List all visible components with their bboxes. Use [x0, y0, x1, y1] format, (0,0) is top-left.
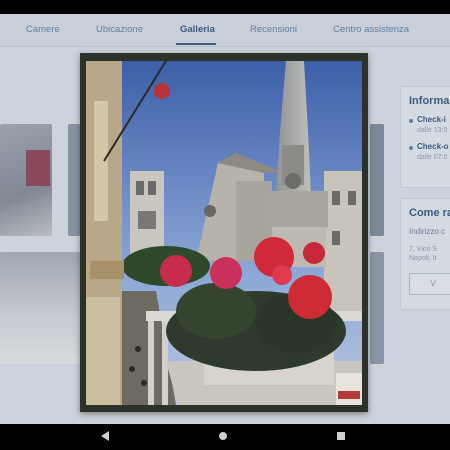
address-text: 7, Vico S Napoli, It: [409, 245, 437, 263]
tab-camere[interactable]: Camere: [26, 24, 60, 35]
checkout-label: Check-o: [417, 142, 449, 151]
checkin-label: Check-i: [417, 115, 446, 124]
page-background: Camere Ubicazione Galleria Recensioni Ce…: [0, 14, 450, 424]
info-card: Informa Check-i dalle 13:0 Check-o dalle…: [400, 86, 450, 188]
route-card-title: Come ra: [409, 207, 450, 219]
tab-centro-assistenza[interactable]: Centro assistenza: [333, 24, 409, 35]
gallery-thumbnail[interactable]: [68, 124, 80, 236]
gallery-photo[interactable]: [86, 61, 362, 405]
address-label: Indirizzo c: [409, 227, 446, 236]
recent-apps-icon[interactable]: [337, 432, 345, 440]
gallery-thumbnail[interactable]: [0, 252, 80, 364]
checkin-time: dalle 13:0: [417, 127, 448, 134]
android-navigation-bar: [0, 424, 450, 450]
status-bar: [0, 0, 450, 14]
info-card-title: Informa: [409, 95, 450, 107]
tab-galleria[interactable]: Galleria: [180, 24, 215, 35]
gallery-thumbnail[interactable]: [370, 252, 384, 364]
tab-recensioni[interactable]: Recensioni: [250, 24, 297, 35]
checkout-time: dalle 07:0: [417, 154, 448, 161]
route-card: Come ra Indirizzo c 7, Vico S Napoli, It…: [400, 198, 450, 310]
directions-button[interactable]: V: [409, 273, 450, 295]
tab-ubicazione[interactable]: Ubicazione: [96, 24, 143, 35]
photo-lightbox[interactable]: [80, 53, 368, 412]
tab-bar: Camere Ubicazione Galleria Recensioni Ce…: [0, 14, 450, 47]
naples-street-photo: [86, 61, 362, 405]
address-line: Napoli, It: [409, 255, 437, 262]
gallery-thumbnail[interactable]: [370, 124, 384, 236]
address-line: 7, Vico S: [409, 246, 437, 253]
back-icon[interactable]: [101, 431, 109, 441]
home-icon[interactable]: [219, 432, 227, 440]
bullet-icon: [409, 146, 413, 150]
gallery-thumbnail[interactable]: [0, 124, 52, 236]
active-tab-indicator: [176, 43, 216, 45]
bullet-icon: [409, 119, 413, 123]
